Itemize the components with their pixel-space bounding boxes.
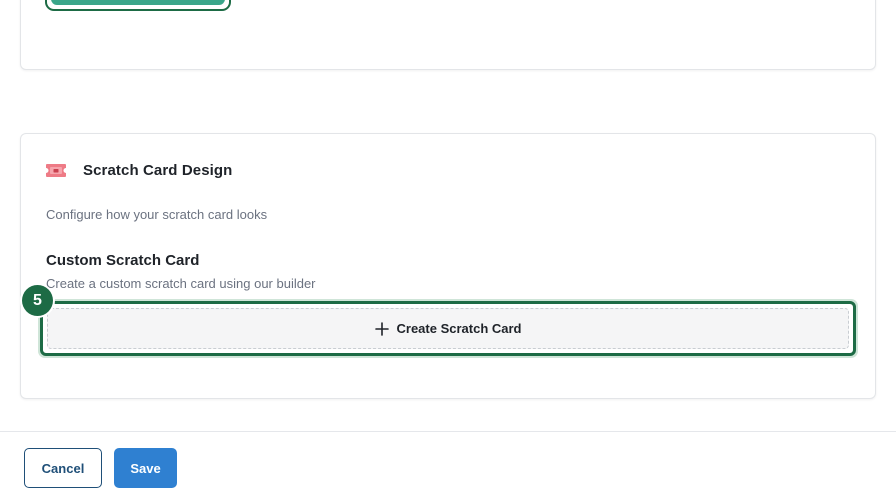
cancel-button[interactable]: Cancel [24, 448, 102, 488]
custom-scratch-card-description: Create a custom scratch card using our b… [46, 276, 316, 291]
save-button[interactable]: Save [114, 448, 177, 488]
previous-section-button-fill [51, 0, 225, 5]
plus-icon [374, 321, 389, 336]
custom-scratch-card-title: Custom Scratch Card [46, 252, 200, 269]
section-description: Configure how your scratch card looks [46, 207, 268, 222]
create-scratch-card-button[interactable]: Create Scratch Card [47, 308, 849, 349]
page: Scratch Card Design Configure how your s… [0, 0, 896, 504]
ticket-icon [45, 163, 67, 178]
create-scratch-card-outline: Create Scratch Card [40, 301, 856, 356]
section-header: Scratch Card Design [45, 162, 232, 179]
create-scratch-card-label: Create Scratch Card [396, 321, 522, 336]
create-scratch-card-highlight: Create Scratch Card [38, 299, 858, 358]
scratch-card-design-card: Scratch Card Design Configure how your s… [20, 133, 876, 399]
step-number-badge: 5 [22, 285, 53, 316]
previous-section-card [20, 0, 876, 70]
section-title: Scratch Card Design [83, 162, 233, 179]
footer-divider [0, 431, 896, 432]
previous-section-button[interactable] [45, 0, 231, 11]
